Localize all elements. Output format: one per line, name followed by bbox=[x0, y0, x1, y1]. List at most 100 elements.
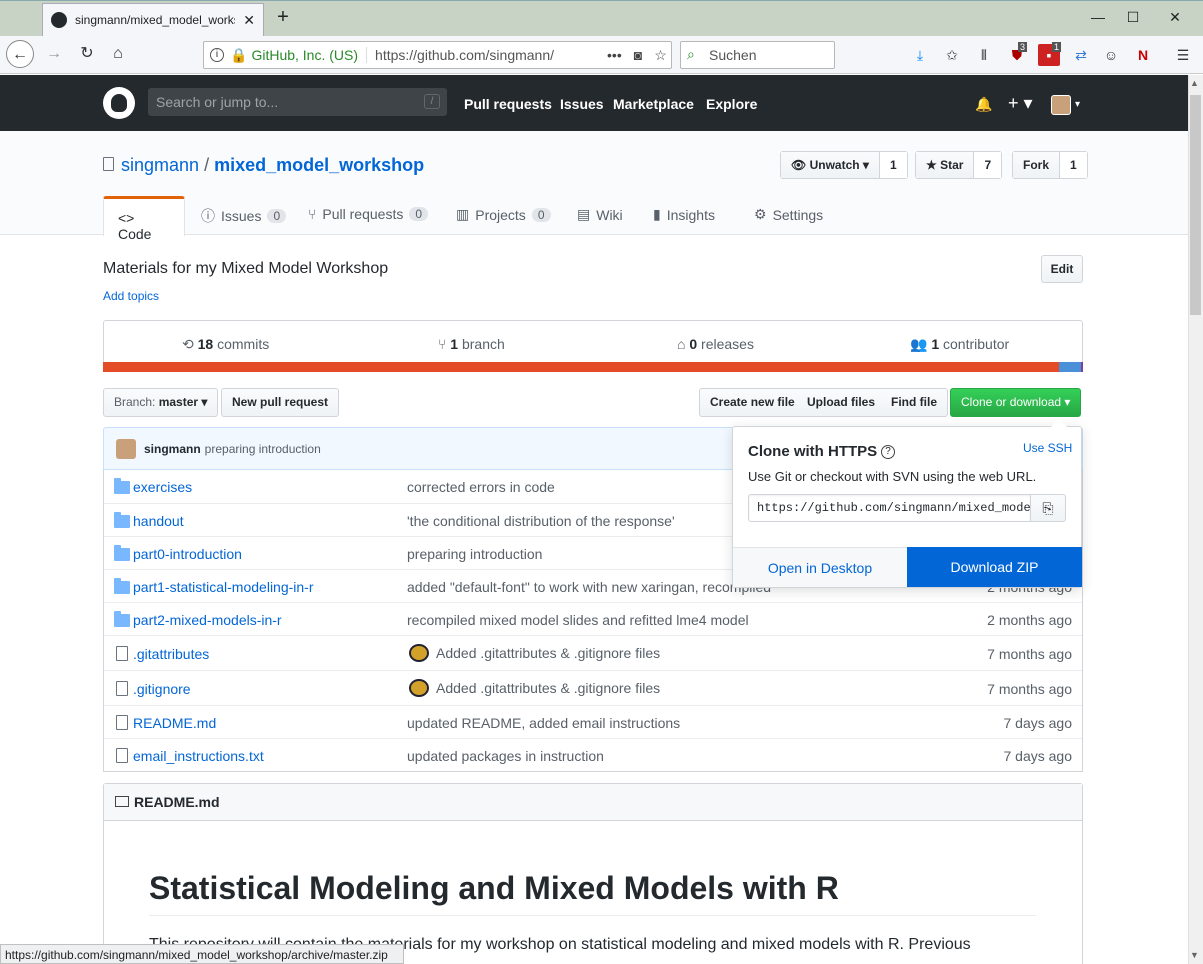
commit-message-link[interactable]: updated README, added email instructions bbox=[407, 715, 680, 731]
back-icon[interactable]: ← bbox=[6, 40, 34, 68]
status-bar-url: https://github.com/singmann/mixed_model_… bbox=[0, 944, 404, 964]
committer-avatar[interactable] bbox=[409, 679, 429, 697]
tab-code[interactable]: <> Code bbox=[103, 196, 185, 242]
notification-bell-icon[interactable]: 🔔 bbox=[975, 96, 992, 113]
unwatch-button[interactable]: 👁 Unwatch ▾ bbox=[781, 152, 880, 178]
tab-pull-requests[interactable]: ⑂ Pull requests 0 bbox=[308, 206, 429, 222]
noscript-icon[interactable]: N bbox=[1132, 44, 1154, 66]
reading-list-icon[interactable]: ✩ bbox=[941, 44, 963, 66]
cat-extension-icon[interactable]: ☺ bbox=[1100, 44, 1122, 66]
new-pull-request-button[interactable]: New pull request bbox=[221, 388, 340, 417]
reload-icon[interactable]: ↻ bbox=[73, 40, 101, 68]
repo-title: singmann / mixed_model_workshop bbox=[121, 155, 424, 176]
scroll-up-icon[interactable]: ▲ bbox=[1190, 78, 1199, 88]
tab-issues[interactable]: ⓘ Issues 0 bbox=[201, 206, 287, 226]
commit-message-link[interactable]: recompiled mixed model slides and refitt… bbox=[407, 612, 749, 628]
clipboard-icon[interactable]: ⎘ bbox=[1030, 494, 1066, 522]
language-bar[interactable] bbox=[103, 362, 1083, 372]
repo-name-link[interactable]: mixed_model_workshop bbox=[214, 155, 424, 175]
new-tab-button[interactable]: + bbox=[270, 4, 296, 30]
file-name-link[interactable]: .gitattributes bbox=[133, 646, 209, 662]
clone-url-input[interactable]: https://github.com/singmann/mixed_model_… bbox=[748, 494, 1031, 522]
library-icon[interactable]: ⫴ bbox=[973, 44, 995, 66]
file-name-link[interactable]: README.md bbox=[133, 715, 216, 731]
file-name-link[interactable]: part2-mixed-models-in-r bbox=[133, 612, 282, 628]
tab-insights[interactable]: ▮ Insights bbox=[653, 206, 715, 223]
url-bar[interactable]: i 🔒 GitHub, Inc. (US) https://github.com… bbox=[203, 41, 672, 69]
file-name-link[interactable]: email_instructions.txt bbox=[133, 748, 264, 764]
edit-description-button[interactable]: Edit bbox=[1041, 255, 1083, 283]
nav-issues[interactable]: Issues bbox=[560, 96, 604, 112]
commit-message-link[interactable]: preparing introduction bbox=[407, 546, 542, 562]
branches-link[interactable]: ⑂ 1 branch bbox=[438, 336, 505, 352]
github-logo-icon[interactable] bbox=[103, 87, 135, 119]
releases-link[interactable]: ⌂ 0 releases bbox=[677, 336, 754, 352]
home-icon[interactable]: ⌂ bbox=[104, 40, 132, 68]
commit-message-link[interactable]: Added .gitattributes & .gitignore files bbox=[436, 680, 660, 696]
nav-pull-requests[interactable]: Pull requests bbox=[464, 96, 552, 112]
branch-select-button[interactable]: Branch: master ▾ bbox=[103, 388, 219, 417]
close-tab-icon[interactable]: ✕ bbox=[243, 12, 255, 29]
create-new-icon[interactable]: + ▾ bbox=[1008, 93, 1033, 114]
commit-author[interactable]: singmann bbox=[144, 442, 201, 456]
menu-icon[interactable]: ☰ bbox=[1172, 44, 1194, 66]
tab-wiki[interactable]: ▤ Wiki bbox=[577, 206, 623, 223]
commits-link[interactable]: ⟲ 18 commits bbox=[182, 336, 269, 353]
branches-label: branch bbox=[461, 336, 505, 352]
repo-owner-link[interactable]: singmann bbox=[121, 155, 199, 175]
url-text[interactable]: https://github.com/singmann/ bbox=[375, 47, 575, 63]
watchers-count[interactable]: 1 bbox=[879, 152, 907, 178]
nav-explore[interactable]: Explore bbox=[706, 96, 757, 112]
user-avatar[interactable] bbox=[1051, 95, 1071, 115]
avatar-caret-icon[interactable]: ▾ bbox=[1075, 99, 1080, 110]
commit-message-link[interactable]: updated packages in instruction bbox=[407, 748, 604, 764]
contributors-link[interactable]: 👥 1 contributor bbox=[910, 336, 1009, 353]
fork-button[interactable]: Fork bbox=[1013, 152, 1061, 178]
scroll-down-icon[interactable]: ▼ bbox=[1190, 950, 1199, 960]
page-actions-icon[interactable]: ••• bbox=[607, 47, 622, 63]
find-file-button[interactable]: Find file bbox=[881, 388, 948, 417]
browser-tab[interactable]: singmann/mixed_model_works ✕ bbox=[42, 3, 264, 36]
download-zip-button[interactable]: Download ZIP bbox=[907, 547, 1082, 587]
add-topics-link[interactable]: Add topics bbox=[103, 289, 159, 303]
info-icon[interactable]: i bbox=[210, 48, 224, 62]
use-ssh-link[interactable]: Use SSH bbox=[1023, 441, 1072, 455]
commit-message-link[interactable]: corrected errors in code bbox=[407, 479, 555, 495]
download-icon[interactable]: ⤓ bbox=[909, 44, 931, 66]
forward-icon[interactable]: → bbox=[40, 40, 68, 68]
close-window-icon[interactable]: ✕ bbox=[1160, 6, 1190, 28]
browser-search-input[interactable]: ⌕ Suchen bbox=[680, 41, 835, 69]
help-icon[interactable]: ? bbox=[881, 445, 895, 459]
pocket-icon[interactable]: ◙ bbox=[634, 47, 642, 63]
clone-or-download-button[interactable]: Clone or download ▾ bbox=[950, 388, 1082, 417]
tab-projects[interactable]: ▥ Projects 0 bbox=[456, 206, 551, 223]
open-in-desktop-button[interactable]: Open in Desktop bbox=[733, 547, 907, 587]
translate-icon[interactable]: ⇄ bbox=[1070, 44, 1092, 66]
file-name-link[interactable]: part0-introduction bbox=[133, 546, 242, 562]
file-name-link[interactable]: handout bbox=[133, 513, 184, 529]
github-search-input[interactable]: Search or jump to... / bbox=[148, 88, 447, 116]
file-name-link[interactable]: exercises bbox=[133, 479, 192, 495]
scrollbar-thumb[interactable] bbox=[1190, 95, 1201, 315]
commit-message[interactable]: preparing introduction bbox=[205, 442, 321, 456]
file-name-link[interactable]: .gitignore bbox=[133, 681, 191, 697]
star-button[interactable]: ★ Star bbox=[916, 152, 975, 178]
branch-label: Branch: bbox=[114, 395, 156, 409]
create-new-file-button[interactable]: Create new file bbox=[699, 388, 806, 417]
forks-count[interactable]: 1 bbox=[1060, 152, 1087, 178]
commit-message-link[interactable]: 'the conditional distribution of the res… bbox=[407, 513, 675, 529]
maximize-icon[interactable]: ☐ bbox=[1118, 6, 1148, 28]
tab-settings[interactable]: ⚙ Settings bbox=[754, 206, 823, 223]
committer-avatar[interactable] bbox=[409, 644, 429, 662]
commit-message-link[interactable]: Added .gitattributes & .gitignore files bbox=[436, 645, 660, 661]
nav-marketplace[interactable]: Marketplace bbox=[613, 96, 694, 112]
file-name-link[interactable]: part1-statistical-modeling-in-r bbox=[133, 579, 314, 595]
minimize-icon[interactable]: — bbox=[1083, 6, 1113, 28]
commit-message-link[interactable]: added "default-font" to work with new xa… bbox=[407, 579, 771, 595]
bookmark-star-icon[interactable]: ☆ bbox=[654, 47, 667, 64]
repo-description: Materials for my Mixed Model Workshop bbox=[103, 260, 389, 277]
stars-count[interactable]: 7 bbox=[974, 152, 1002, 178]
star-label: Star bbox=[940, 158, 964, 172]
commit-author-avatar[interactable] bbox=[116, 438, 136, 459]
upload-files-button[interactable]: Upload files bbox=[797, 388, 887, 417]
